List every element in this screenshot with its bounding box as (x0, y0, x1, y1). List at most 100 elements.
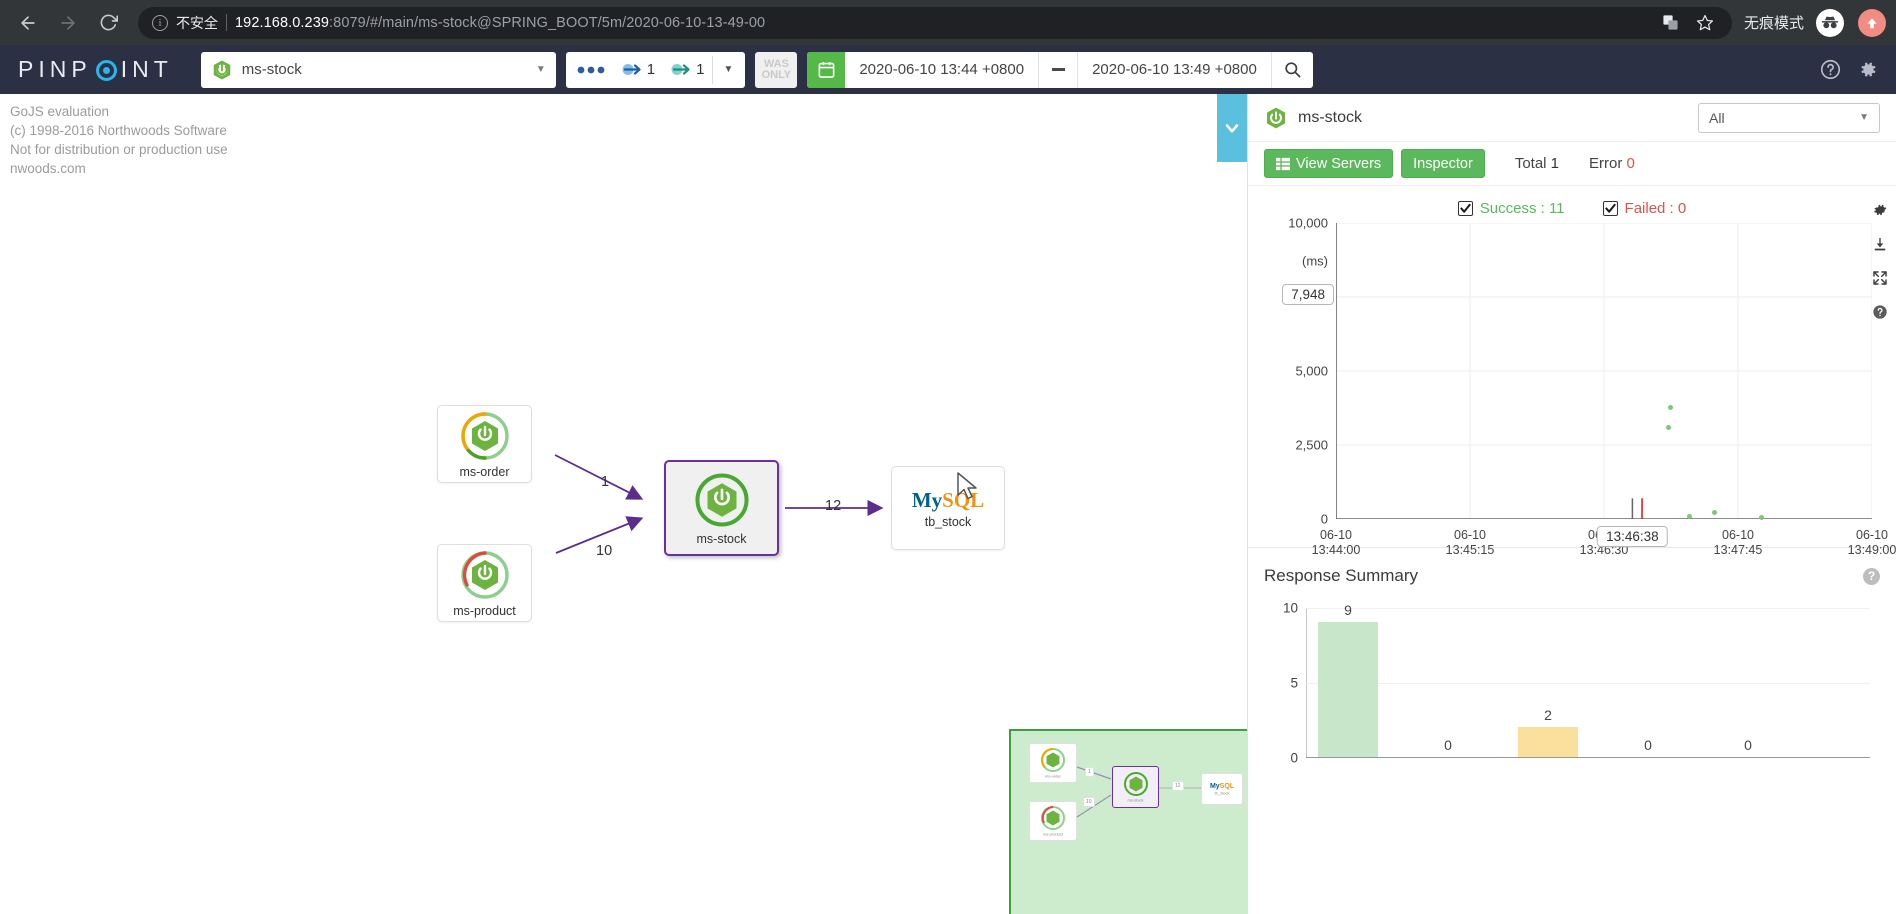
response-summary-section: Response Summary ? 10 5 0 9 0 2 0 0 (1248, 547, 1896, 914)
help-icon[interactable] (1872, 304, 1888, 320)
panel-collapse-toggle[interactable] (1217, 94, 1247, 162)
translate-icon[interactable] (1658, 10, 1684, 36)
browser-back-button[interactable] (10, 5, 46, 41)
search-icon (1285, 62, 1301, 78)
watermark-line-2: (c) 1998-2016 Northwoods Software (10, 123, 227, 138)
mysql-brand-sql: SQL (942, 487, 985, 512)
bar-value-1: 0 (1444, 737, 1452, 753)
minimap-edge-label-12: 12 (1172, 781, 1184, 791)
node-ms-order[interactable]: ms-order (437, 405, 532, 483)
bookmark-star-icon[interactable] (1692, 10, 1718, 36)
node-ms-product[interactable]: ms-product (437, 544, 532, 622)
browser-address-bar[interactable]: i 不安全 192.168.0.239:8079/#/main/ms-stock… (138, 6, 1732, 39)
mysql-brand-my: My (911, 487, 943, 512)
browser-reload-button[interactable] (90, 5, 126, 41)
inspector-button[interactable]: Inspector (1401, 149, 1485, 178)
calendar-button[interactable] (807, 51, 846, 88)
insecure-label: 不安全 (176, 14, 218, 31)
spring-boot-icon-panel (1267, 107, 1285, 128)
chevron-down-icon[interactable]: ▼ (536, 64, 546, 75)
scatter-point (1712, 509, 1718, 515)
bar-ytick-1: 5 (1290, 675, 1298, 691)
bar-ytick-2: 10 (1282, 600, 1298, 616)
scatter-xtick-1: 06-10 13:45:15 (1446, 519, 1495, 558)
bar-gridline-5 (1306, 683, 1870, 684)
spring-boot-node-icon-product (460, 550, 509, 599)
error-stat: Error 0 (1589, 155, 1635, 172)
incognito-icon[interactable] (1816, 8, 1844, 37)
gear-icon[interactable] (1857, 59, 1878, 80)
application-selector[interactable]: ms-stock ▼ (200, 51, 556, 88)
bar-value-2: 2 (1544, 707, 1552, 723)
time-from-field[interactable]: 2020-06-10 13:44 +0800 (845, 61, 1038, 78)
time-to-field[interactable]: 2020-06-10 13:49 +0800 (1078, 61, 1271, 78)
scatter-xtick-1-date: 06-10 (1454, 528, 1486, 542)
bar-gridline-10 (1306, 608, 1870, 609)
profile-avatar[interactable] (1858, 8, 1886, 37)
browser-forward-button[interactable] (50, 5, 86, 41)
panel-tabs: View Servers Inspector Total 1 Error 0 (1248, 142, 1896, 186)
incognito-label: 无痕模式 (1743, 15, 1804, 32)
minimap-edge-label-10: 10 (1083, 797, 1095, 807)
scatter-xtick-1-time: 13:45:15 (1445, 543, 1495, 557)
panel-title: ms-stock (1298, 108, 1362, 126)
bar-item-0[interactable]: 9 (1318, 602, 1378, 757)
node-counter-group: 1 1 ▼ (565, 51, 746, 88)
gear-icon[interactable] (1872, 202, 1888, 218)
panel-filter-select[interactable]: All ▼ (1698, 102, 1880, 133)
watermark-line-3: Not for distribution or production use (10, 142, 228, 157)
edge-order-to-stock (554, 454, 644, 500)
help-icon[interactable] (1820, 59, 1841, 80)
total-value: 1 (1550, 155, 1560, 172)
inspector-label: Inspector (1413, 155, 1473, 172)
scatter-xtick-0-date: 06-10 (1320, 528, 1352, 542)
inbound-count: 1 (646, 61, 656, 78)
scatter-gridlines (1336, 223, 1872, 519)
servicemap-canvas[interactable]: GoJS evaluation (c) 1998-2016 Northwoods… (0, 94, 1247, 914)
response-scatter-chart[interactable]: 10,000 7,500 5,000 2,500 0 (ms) 7,948 06… (1282, 216, 1896, 557)
spring-boot-node-icon-stock (694, 472, 749, 527)
three-dots-icon (577, 66, 605, 73)
response-summary-chart[interactable]: 10 5 0 9 0 2 0 0 (1283, 601, 1870, 766)
minimap-edge-label-1: 1 (1085, 767, 1094, 777)
time-range-group: 2020-06-10 13:44 +0800 2020-06-10 13:49 … (807, 51, 1313, 88)
pinpoint-logo[interactable]: PINP INT (10, 56, 191, 83)
panel-filter-value: All (1709, 109, 1725, 126)
panel-header: ms-stock All ▼ (1248, 94, 1896, 142)
header-actions (1820, 59, 1886, 80)
failed-checkbox[interactable]: Failed : 0 (1602, 200, 1686, 217)
scatter-ytick-2: 5,000 (1295, 363, 1328, 379)
chevron-down-icon (1225, 124, 1239, 133)
search-button[interactable] (1270, 51, 1313, 88)
servicemap-minimap[interactable]: ms-order ms-product ms-stock MySQL tb_st… (1009, 729, 1247, 914)
success-checkbox[interactable]: Success : 11 (1457, 200, 1565, 217)
view-servers-button[interactable]: View Servers (1264, 149, 1394, 178)
edge-label-1: 1 (601, 474, 610, 490)
node-label-tb-stock: tb_stock (924, 514, 972, 529)
minimap-edges (1076, 766, 1201, 818)
node-label-ms-stock: ms-stock (696, 531, 747, 546)
main-body: GoJS evaluation (c) 1998-2016 Northwoods… (0, 94, 1896, 914)
bar-item-2[interactable]: 2 (1518, 707, 1578, 757)
panel-right-rail (1864, 94, 1896, 914)
arrow-right-teal-icon (671, 64, 690, 75)
outbound-counter: 1 (663, 61, 712, 78)
expand-icon[interactable] (1872, 270, 1888, 286)
download-icon[interactable] (1872, 236, 1888, 252)
view-servers-label: View Servers (1296, 155, 1382, 172)
was-only-toggle[interactable]: WAS ONLY (755, 51, 798, 88)
node-ms-stock[interactable]: ms-stock (664, 460, 779, 556)
counter-dropdown-button[interactable]: ▼ (713, 64, 743, 75)
gojs-watermark: GoJS evaluation (c) 1998-2016 Northwoods… (10, 102, 228, 178)
scatter-xtick-3-time: 13:47:45 (1713, 543, 1763, 557)
spring-boot-node-icon-order (460, 411, 509, 460)
was-only-line1: WAS (763, 57, 789, 70)
bar-ytick-0: 0 (1290, 750, 1298, 766)
edge-label-12: 12 (825, 498, 842, 514)
total-stat: Total 1 (1515, 155, 1559, 172)
bar-value-3: 0 (1644, 737, 1652, 753)
site-info-icon[interactable]: i (152, 14, 168, 31)
node-tb-stock[interactable]: My SQL tb_stock (891, 466, 1005, 550)
watermark-line-4: nwoods.com (10, 161, 86, 176)
total-label: Total (1514, 155, 1547, 172)
